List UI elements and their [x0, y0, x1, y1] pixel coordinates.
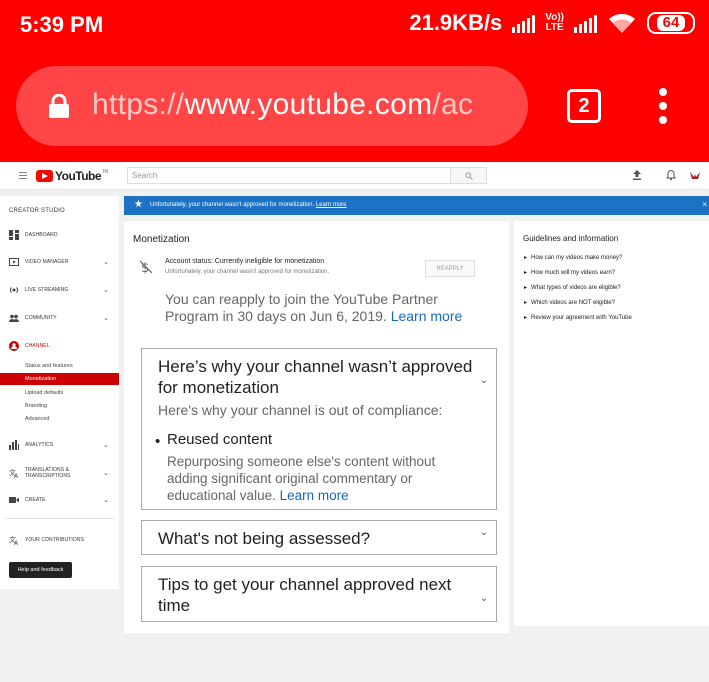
- reapply-learn-more-link[interactable]: Learn more: [391, 308, 463, 324]
- signal-icon: [512, 13, 536, 33]
- bullet-icon: •: [155, 433, 161, 450]
- sidebar-sub-monetization[interactable]: Monetization: [0, 373, 119, 385]
- monetization-card: Monetization $ Account status: Currently…: [124, 221, 509, 633]
- analytics-icon: [9, 440, 19, 450]
- chevron-down-icon[interactable]: ⌄: [480, 375, 488, 386]
- net-speed: 21.9KB/s: [409, 10, 503, 35]
- sidebar-title: CREATOR STUDIO: [9, 208, 65, 214]
- guideline-link[interactable]: How much will my videos earn?: [524, 269, 615, 276]
- channel-account-icon: [9, 341, 19, 351]
- account-status-text: Account status: Currently ineligible for…: [165, 258, 325, 265]
- translate-icon: 文A: [9, 468, 19, 478]
- chevron-down-icon: ⌄: [103, 470, 109, 477]
- reason-learn-more-link[interactable]: Learn more: [280, 488, 349, 503]
- star-icon: ★: [134, 199, 143, 210]
- account-status-subtext: Unfortunately, your channel wasn't appro…: [165, 269, 330, 275]
- search-input[interactable]: Search: [127, 167, 451, 184]
- sidebar-sub-branding[interactable]: Branding: [0, 400, 119, 412]
- guideline-link[interactable]: What types of videos are eligible?: [524, 284, 621, 291]
- youtube-header: YouTube IN Search: [0, 162, 709, 190]
- creator-studio-sidebar: CREATOR STUDIO DASHBOARD VIDEO MANAGER ⌄…: [0, 196, 119, 589]
- reason-title: Reused content: [167, 431, 273, 448]
- sidebar-item-analytics[interactable]: ANALYTICS ⌄: [0, 438, 119, 452]
- url-text: https://www.youtube.com/ac: [92, 88, 474, 121]
- svg-text:A: A: [14, 540, 19, 545]
- video-manager-icon: [9, 258, 19, 266]
- battery-level: 64: [656, 15, 686, 31]
- notifications-bell-icon[interactable]: [665, 169, 677, 181]
- create-video-icon: [9, 497, 19, 503]
- contributions-icon: 文A: [9, 535, 19, 545]
- chevron-down-icon[interactable]: ⌄: [480, 527, 488, 538]
- search-icon: [464, 171, 473, 180]
- sidebar-item-community[interactable]: COMMUNITY ⌄: [0, 311, 119, 325]
- search-button[interactable]: [451, 167, 487, 184]
- panel-title: What's not being assessed?: [158, 529, 371, 548]
- youtube-logo[interactable]: YouTube IN: [36, 169, 108, 183]
- panel-title: Here’s why your channel wasn’t approved …: [158, 357, 473, 397]
- youtube-play-icon: [36, 170, 53, 182]
- volte-icon: Vo)) LTE: [545, 12, 564, 33]
- guideline-link[interactable]: How can my videos make money?: [524, 254, 622, 261]
- guidelines-panel: Guidelines and information How can my vi…: [514, 221, 709, 626]
- sidebar-item-channel[interactable]: CHANNEL: [0, 339, 119, 353]
- browser-chrome: 5:39 PM 21.9KB/s Vo)) LTE 64 https://www…: [0, 0, 709, 162]
- no-monetization-icon: $: [140, 260, 152, 274]
- upload-icon[interactable]: [631, 169, 643, 181]
- status-time: 5:39 PM: [20, 12, 104, 37]
- chevron-down-icon: ⌄: [103, 259, 109, 266]
- chevron-down-icon: ⌄: [103, 287, 109, 294]
- panel-subtitle: Here's why your channel is out of compli…: [158, 402, 443, 418]
- battery-icon: 64: [647, 12, 695, 34]
- why-not-approved-panel[interactable]: Here’s why your channel wasn’t approved …: [141, 348, 497, 510]
- sidebar-sub-advanced[interactable]: Advanced: [0, 413, 119, 425]
- tab-switcher-button[interactable]: 2: [567, 89, 601, 123]
- chevron-down-icon: ⌄: [103, 315, 109, 322]
- wifi-icon: [609, 13, 635, 33]
- help-and-feedback-button[interactable]: Help and feedback: [9, 562, 72, 578]
- signal-icon-2: [574, 13, 597, 33]
- chevron-down-icon: ⌄: [103, 497, 109, 504]
- lock-icon: [49, 94, 69, 118]
- sidebar-sub-status-and-features[interactable]: Status and features: [0, 360, 119, 372]
- guideline-link[interactable]: Review your agreement with YouTube: [524, 314, 632, 321]
- svg-text:A: A: [14, 473, 19, 478]
- banner-message: Unfortunately, your channel wasn't appro…: [150, 202, 347, 208]
- banner-learn-more-link[interactable]: Learn more: [316, 202, 347, 208]
- chevron-down-icon: ⌄: [103, 442, 109, 449]
- status-icons: 21.9KB/s Vo)) LTE 64: [409, 10, 695, 36]
- community-icon: [9, 314, 19, 322]
- url-bar[interactable]: https://www.youtube.com/ac: [16, 66, 528, 146]
- sidebar-item-live-streaming[interactable]: LIVE STREAMING ⌄: [0, 283, 119, 297]
- sidebar-divider: [5, 518, 114, 519]
- reason-description: Repurposing someone else's content witho…: [167, 454, 436, 503]
- panel-title: Tips to get your channel approved next t…: [158, 575, 452, 615]
- sidebar-item-create[interactable]: CREATE ⌄: [0, 493, 119, 507]
- reapply-info-text: You can reapply to join the YouTube Part…: [165, 291, 463, 324]
- tips-panel[interactable]: Tips to get your channel approved next t…: [141, 566, 497, 622]
- sidebar-item-your-contributions[interactable]: 文A YOUR CONTRIBUTIONS: [0, 533, 119, 547]
- guideline-link[interactable]: Which videos are NOT eligible?: [524, 299, 615, 306]
- chevron-down-icon[interactable]: ⌄: [480, 593, 488, 604]
- reapply-button[interactable]: REAPPLY: [425, 260, 475, 277]
- dashboard-icon: [9, 230, 19, 240]
- monetization-alert-banner: ★ Unfortunately, your channel wasn't app…: [124, 196, 709, 215]
- live-streaming-icon: [9, 287, 19, 293]
- sidebar-item-translations[interactable]: 文A TRANSLATIONS & TRANSCRIPTIONS ⌄: [0, 466, 119, 480]
- hamburger-menu-icon[interactable]: [19, 172, 27, 179]
- sidebar-item-dashboard[interactable]: DASHBOARD: [0, 228, 119, 242]
- close-icon[interactable]: ×: [702, 200, 707, 209]
- not-assessed-panel[interactable]: What's not being assessed? ⌄: [141, 520, 497, 555]
- sidebar-sub-upload-defaults[interactable]: Upload defaults: [0, 387, 119, 399]
- sidebar-item-video-manager[interactable]: VIDEO MANAGER ⌄: [0, 255, 119, 269]
- page-title: Monetization: [133, 234, 190, 245]
- account-avatar-icon[interactable]: [689, 169, 701, 181]
- guidelines-title: Guidelines and information: [523, 234, 619, 243]
- overflow-menu-icon[interactable]: [658, 88, 668, 124]
